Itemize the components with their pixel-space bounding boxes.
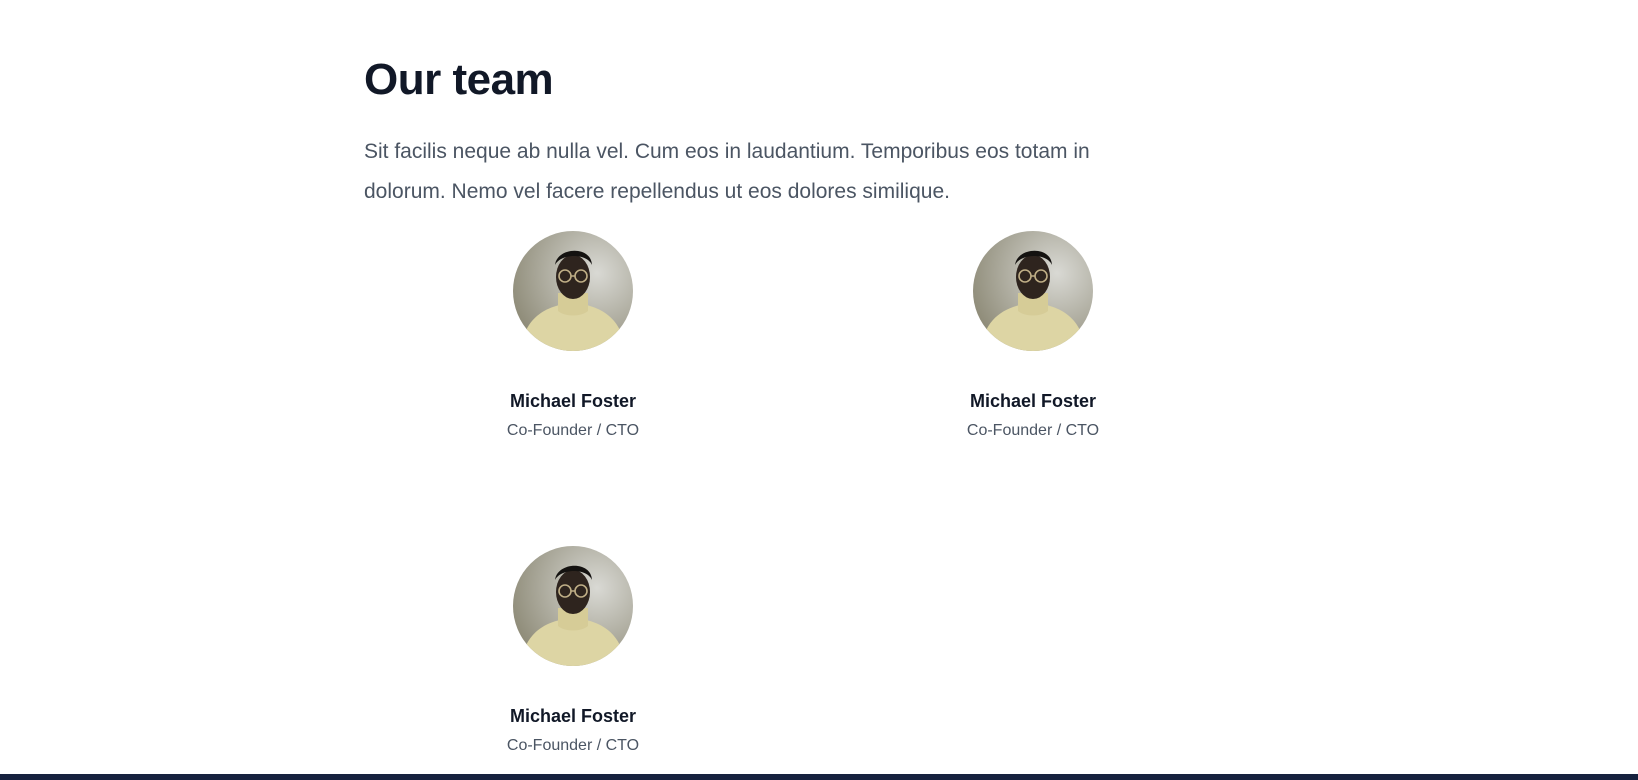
member-role: Co-Founder / CTO [966, 422, 1100, 439]
member-role: Co-Founder / CTO [506, 737, 640, 754]
footer-bar [0, 774, 1638, 780]
member-name: Michael Foster [969, 391, 1097, 411]
section-title: Our team [364, 55, 554, 104]
section-description: Sit facilis neque ab nulla vel. Cum eos … [364, 140, 1090, 203]
member-name: Michael Foster [509, 391, 637, 411]
page: Our team Sit facilis neque ab nulla vel.… [0, 0, 1638, 780]
member-avatar [513, 231, 633, 351]
member-avatar [973, 231, 1093, 351]
member-avatar [513, 546, 633, 666]
team-member-card: Michael Foster Co-Founder / CTO [453, 546, 693, 757]
team-member-card: Michael Foster Co-Founder / CTO [913, 231, 1153, 442]
member-role: Co-Founder / CTO [506, 422, 640, 439]
member-name: Michael Foster [509, 706, 637, 726]
team-member-card: Michael Foster Co-Founder / CTO [453, 231, 693, 442]
